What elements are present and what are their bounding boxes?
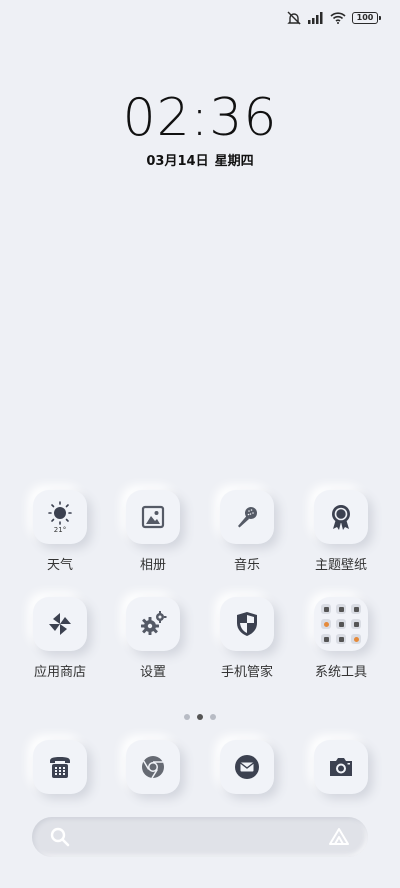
folder-grid-icon bbox=[321, 604, 361, 644]
message-icon bbox=[235, 755, 259, 779]
phone-icon bbox=[50, 757, 70, 778]
wifi-icon bbox=[330, 12, 346, 24]
app-label: 应用商店 bbox=[33, 665, 86, 680]
weather-sun-icon bbox=[48, 500, 72, 525]
dock-browser[interactable] bbox=[126, 740, 180, 794]
store-tile[interactable] bbox=[33, 597, 87, 651]
theme-badge-icon bbox=[332, 505, 350, 530]
gallery-icon bbox=[141, 505, 165, 529]
page-dot-active[interactable] bbox=[197, 714, 203, 720]
settings-gears-icon bbox=[141, 611, 167, 635]
app-gallery[interactable]: 相册 bbox=[107, 490, 199, 573]
app-label: 系统工具 bbox=[314, 665, 367, 680]
app-label: 手机管家 bbox=[220, 665, 273, 680]
folder-system-tools[interactable]: 系统工具 bbox=[295, 597, 387, 680]
lockscreen-time[interactable]: 02:36 bbox=[0, 88, 400, 148]
app-themes[interactable]: 主题壁纸 bbox=[295, 490, 387, 573]
gallery-tile[interactable] bbox=[126, 490, 180, 544]
app-label: 天气 bbox=[46, 558, 73, 573]
music-tile[interactable] bbox=[220, 490, 274, 544]
battery-indicator: 100 bbox=[352, 12, 381, 24]
browser-icon bbox=[142, 756, 164, 779]
page-indicator[interactable] bbox=[0, 714, 400, 720]
app-store-pinwheel-icon bbox=[49, 613, 71, 635]
search-icon[interactable] bbox=[50, 827, 70, 847]
lockscreen-date: 03月14日 星期四 bbox=[0, 150, 400, 169]
dock-phone[interactable] bbox=[33, 740, 87, 794]
alarm-off-icon bbox=[287, 11, 301, 25]
settings-tile[interactable] bbox=[126, 597, 180, 651]
weather-temperature: 21° bbox=[53, 525, 67, 534]
weekday-text: 星期四 bbox=[214, 154, 254, 169]
app-settings[interactable]: 设置 bbox=[107, 597, 199, 680]
search-bar[interactable] bbox=[32, 817, 368, 857]
app-music[interactable]: 音乐 bbox=[201, 490, 293, 573]
app-label: 相册 bbox=[139, 558, 166, 573]
date-text: 03月14日 bbox=[146, 154, 209, 169]
weather-tile[interactable]: 21° bbox=[33, 490, 87, 544]
app-store[interactable]: 应用商店 bbox=[14, 597, 106, 680]
page-dot[interactable] bbox=[210, 714, 216, 720]
app-label: 音乐 bbox=[233, 558, 260, 573]
folder-tile[interactable] bbox=[314, 597, 368, 651]
camera-icon bbox=[330, 758, 352, 776]
phone-manager-tile[interactable] bbox=[220, 597, 274, 651]
microphone-icon bbox=[238, 507, 257, 528]
page-dot[interactable] bbox=[184, 714, 190, 720]
security-shield-icon bbox=[237, 612, 257, 636]
dock-messages[interactable] bbox=[220, 740, 274, 794]
app-weather[interactable]: 21° 天气 bbox=[14, 490, 106, 573]
assistant-icon[interactable] bbox=[328, 827, 350, 847]
dock-camera[interactable] bbox=[314, 740, 368, 794]
app-label: 主题壁纸 bbox=[314, 558, 367, 573]
app-label: 设置 bbox=[139, 665, 166, 680]
signal-icon bbox=[308, 12, 323, 24]
status-bar: 100 bbox=[286, 8, 381, 28]
themes-tile[interactable] bbox=[314, 490, 368, 544]
app-phone-manager[interactable]: 手机管家 bbox=[201, 597, 293, 680]
